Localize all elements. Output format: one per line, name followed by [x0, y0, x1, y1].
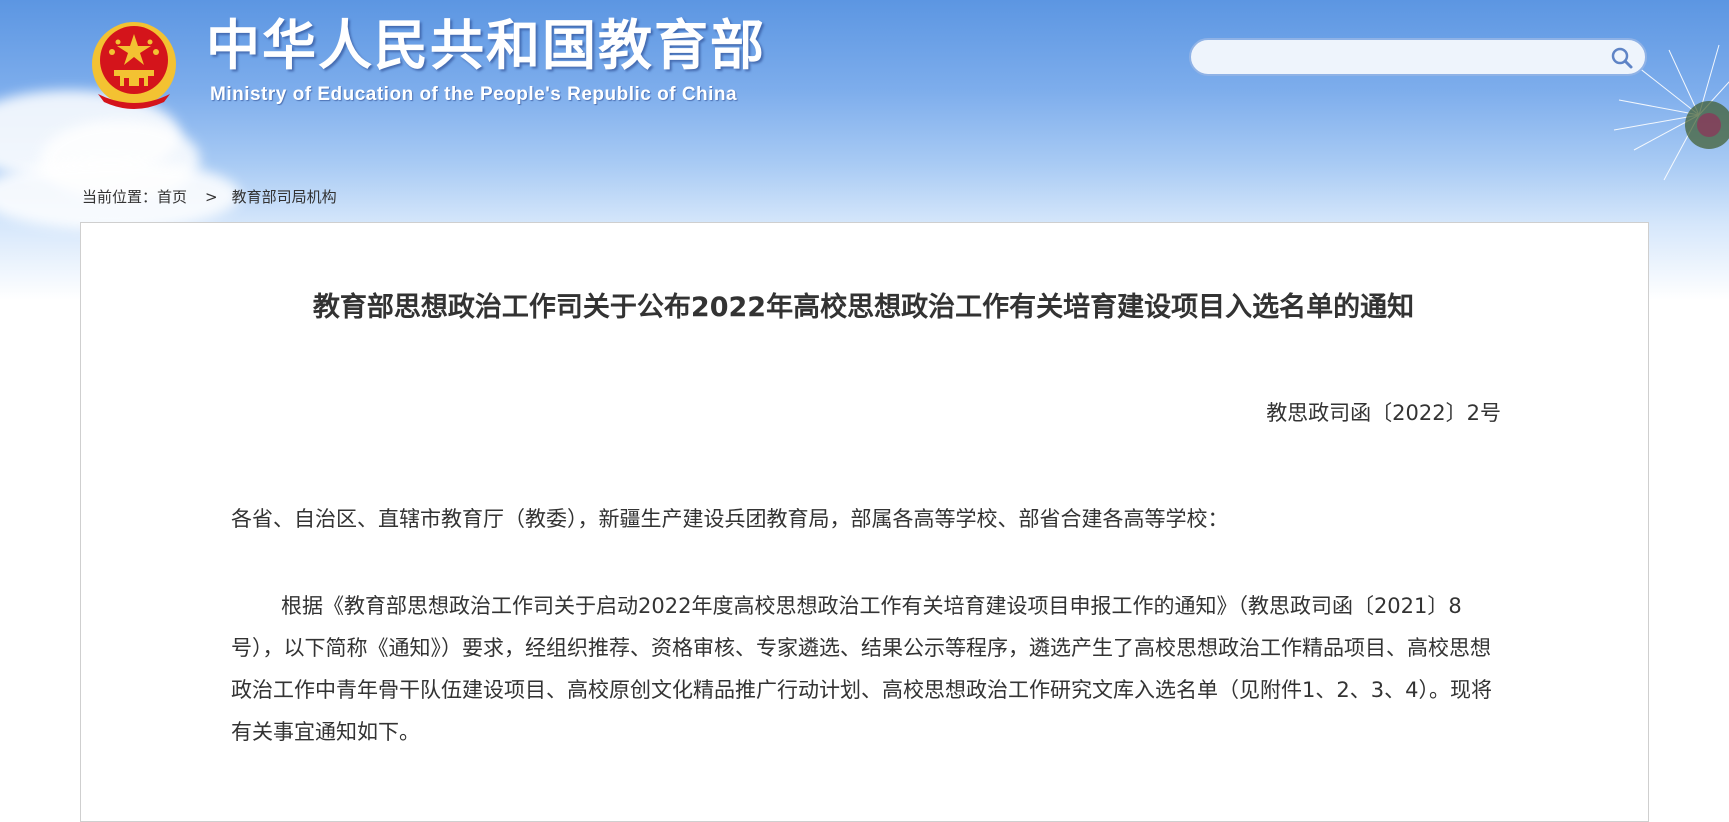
- article-container: 教育部思想政治工作司关于公布2022年高校思想政治工作有关培育建设项目入选名单的…: [80, 222, 1649, 822]
- breadcrumb-prefix: 当前位置：: [82, 188, 158, 206]
- search-input[interactable]: [1207, 46, 1581, 70]
- national-emblem-icon: [92, 22, 176, 109]
- site-title: 中华人民共和国教育部: [206, 14, 766, 77]
- article-paragraph: 根据《教育部思想政治工作司关于启动2022年度高校思想政治工作有关培育建设项目申…: [231, 594, 1492, 744]
- article-salutation: 各省、自治区、直辖市教育厅（教委），新疆生产建设兵团教育局，部属各高等学校、部省…: [231, 507, 1229, 531]
- search-icon[interactable]: [1609, 45, 1635, 71]
- search-box[interactable]: [1189, 38, 1647, 76]
- document-number: 教思政司函〔2022〕2号: [1266, 401, 1501, 425]
- breadcrumb-home-link[interactable]: 首页: [157, 188, 187, 206]
- breadcrumb-separator: >: [205, 188, 218, 206]
- breadcrumb: 当前位置：首页 > 教育部司局机构: [82, 186, 337, 207]
- article-title: 教育部思想政治工作司关于公布2022年高校思想政治工作有关培育建设项目入选名单的…: [312, 292, 1415, 323]
- breadcrumb-department-link[interactable]: 教育部司局机构: [232, 188, 337, 206]
- site-subtitle: Ministry of Education of the People's Re…: [210, 84, 738, 105]
